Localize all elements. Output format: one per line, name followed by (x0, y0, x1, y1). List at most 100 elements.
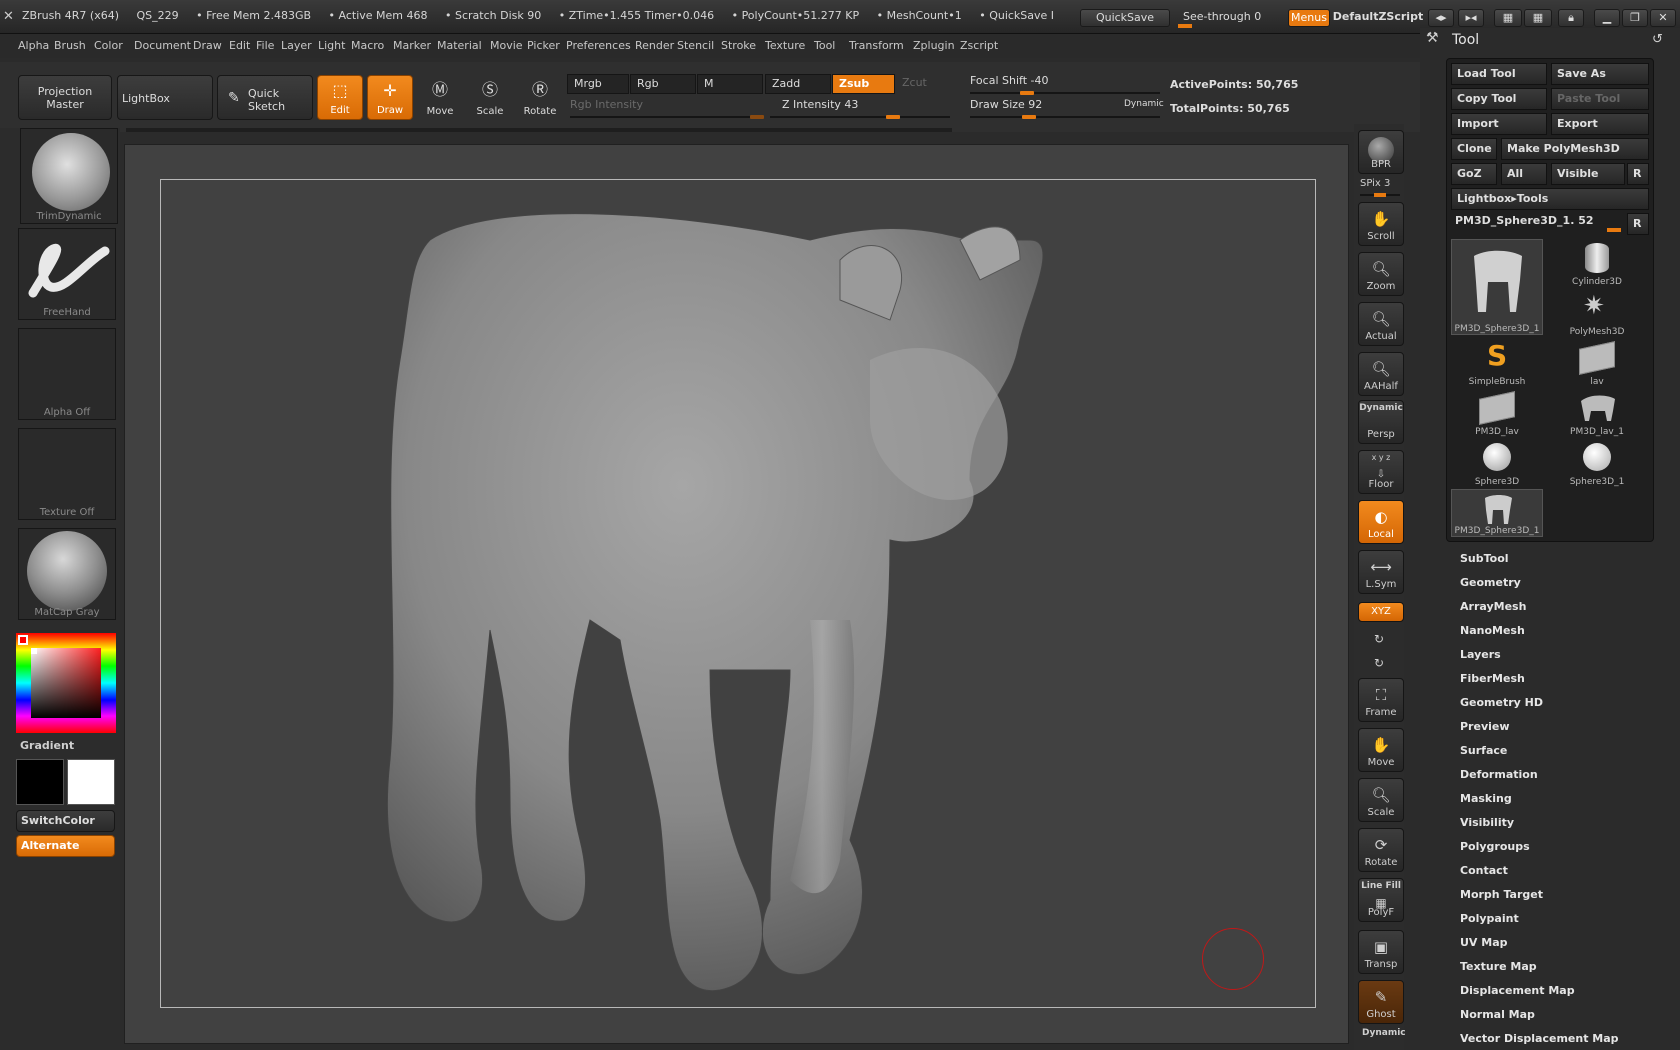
section-layers[interactable]: Layers (1460, 648, 1501, 661)
menu-document[interactable]: Document (134, 39, 191, 52)
scale-view-button[interactable]: 🔍︎ Scale (1358, 778, 1404, 822)
export-button[interactable]: Export (1551, 113, 1649, 135)
reset-palette-icon[interactable]: ↺ (1652, 32, 1663, 47)
tool-pm3d-sphere3d-1[interactable]: PM3D_Sphere3D_1 (1451, 239, 1543, 335)
draw-size-knob[interactable] (1022, 115, 1036, 119)
menu-picker[interactable]: Picker (527, 39, 560, 52)
menu-stencil[interactable]: Stencil (677, 39, 714, 52)
draw-size-slider[interactable] (970, 116, 1160, 118)
rotate-button[interactable]: Ⓡ Rotate (517, 75, 563, 120)
menu-file[interactable]: File (256, 39, 274, 52)
quick-sketch-button[interactable]: ✎ Quick Sketch (217, 75, 313, 120)
local-button[interactable]: ◐ Local (1358, 500, 1404, 544)
brush-thumbnail[interactable]: TrimDynamic (20, 128, 118, 224)
goz-button[interactable]: GoZ (1451, 163, 1497, 185)
menu-zscript[interactable]: Zscript (960, 39, 998, 52)
restore-icon[interactable]: ❐ (1622, 9, 1648, 27)
frame-button[interactable]: ⛶ Frame (1358, 678, 1404, 722)
menu-alpha[interactable]: Alpha (18, 39, 49, 52)
section-preview[interactable]: Preview (1460, 720, 1510, 733)
default-zscript-button[interactable]: DefaultZScript (1332, 9, 1424, 27)
floor-button[interactable]: x y z ⇩ Floor (1358, 450, 1404, 494)
tool-simplebrush[interactable]: S SimpleBrush (1451, 339, 1543, 387)
section-normal-map[interactable]: Normal Map (1460, 1008, 1535, 1021)
move-button[interactable]: Ⓜ Move (417, 75, 463, 120)
lion-3d-model[interactable] (370, 200, 1100, 1000)
material-thumbnail[interactable]: MatCap Gray (18, 528, 116, 620)
menu-stroke[interactable]: Stroke (721, 39, 756, 52)
minimize-icon[interactable]: ▁ (1594, 9, 1620, 27)
lightbox-button[interactable]: LightBox (117, 75, 213, 120)
paste-tool-button[interactable]: Paste Tool (1551, 88, 1649, 110)
m-toggle[interactable]: M (697, 74, 763, 94)
section-morph-target[interactable]: Morph Target (1460, 888, 1543, 901)
ghost-button[interactable]: ✎ Ghost (1358, 980, 1404, 1024)
spix-knob[interactable] (1374, 193, 1386, 197)
current-tool-knob[interactable] (1607, 228, 1621, 232)
tool-sphere3d-1[interactable]: Sphere3D_1 (1551, 439, 1643, 487)
copy-tool-button[interactable]: Copy Tool (1451, 88, 1547, 110)
section-polygroups[interactable]: Polygroups (1460, 840, 1530, 853)
ui-layout-1-icon[interactable]: ▦ (1494, 9, 1522, 27)
hue-marker[interactable] (18, 635, 28, 645)
see-through-knob[interactable] (1178, 24, 1192, 28)
texture-thumbnail[interactable]: Texture Off (18, 428, 116, 520)
ui-layout-2-icon[interactable]: ▦ (1524, 9, 1552, 27)
menu-macro[interactable]: Macro (351, 39, 384, 52)
tool-pm3d-lav[interactable]: PM3D_lav (1451, 389, 1543, 437)
visible-button[interactable]: Visible (1551, 163, 1625, 185)
menus-button[interactable]: Menus (1288, 9, 1330, 27)
stroke-thumbnail[interactable]: FreeHand (18, 228, 116, 320)
section-fibermesh[interactable]: FiberMesh (1460, 672, 1525, 685)
sv-marker[interactable] (31, 648, 37, 654)
alternate-button[interactable]: Alternate (16, 835, 115, 857)
all-button[interactable]: All (1501, 163, 1547, 185)
z-intensity-slider[interactable] (770, 116, 950, 118)
section-nanomesh[interactable]: NanoMesh (1460, 624, 1525, 637)
save-as-button[interactable]: Save As (1551, 63, 1649, 85)
xyz-button[interactable]: XYZ (1358, 602, 1404, 622)
zoom-button[interactable]: 🔍︎ Zoom (1358, 252, 1404, 296)
menu-material[interactable]: Material (437, 39, 482, 52)
section-texture-map[interactable]: Texture Map (1460, 960, 1537, 973)
lsym-button[interactable]: ⟷ L.Sym (1358, 550, 1404, 594)
tool-polymesh3d[interactable]: ✷ PolyMesh3D (1551, 289, 1643, 337)
import-button[interactable]: Import (1451, 113, 1547, 135)
bpr-button[interactable]: BPR (1358, 130, 1404, 174)
tool-title[interactable]: Tool (1452, 32, 1479, 48)
layout-right-icon[interactable]: ▸◂ (1458, 9, 1484, 27)
z-intensity-knob[interactable] (886, 115, 900, 119)
persp-button[interactable]: Dynamic Persp (1358, 400, 1404, 444)
menu-movie[interactable]: Movie (490, 39, 523, 52)
focal-shift-slider[interactable] (970, 92, 1160, 94)
section-displacement-map[interactable]: Displacement Map (1460, 984, 1575, 997)
tool-pm3d-lav-1[interactable]: PM3D_lav_1 (1551, 389, 1643, 437)
section-subtool[interactable]: SubTool (1460, 552, 1509, 565)
zcut-toggle[interactable]: Zcut (896, 74, 952, 94)
section-polypaint[interactable]: Polypaint (1460, 912, 1519, 925)
section-geometry[interactable]: Geometry (1460, 576, 1521, 589)
close-icon[interactable]: ✕ (1650, 9, 1676, 27)
menu-color[interactable]: Color (94, 39, 123, 52)
section-visibility[interactable]: Visibility (1460, 816, 1514, 829)
aahalf-button[interactable]: 🔍︎ AAHalf (1358, 352, 1404, 396)
section-contact[interactable]: Contact (1460, 864, 1508, 877)
menu-marker[interactable]: Marker (393, 39, 431, 52)
rgb-intensity-knob[interactable] (750, 115, 764, 119)
current-tool-r-button[interactable]: R (1627, 213, 1649, 235)
see-through-slider[interactable]: See-through 0 (1174, 9, 1274, 28)
rgb-intensity-slider[interactable] (570, 116, 762, 118)
section-masking[interactable]: Masking (1460, 792, 1512, 805)
rotate-view-button[interactable]: ⟳ Rotate (1358, 828, 1404, 872)
tool-lav[interactable]: lav (1551, 339, 1643, 387)
menu-preferences[interactable]: Preferences (566, 39, 631, 52)
layout-left-icon[interactable]: ◂▸ (1428, 9, 1454, 27)
clone-button[interactable]: Clone (1451, 138, 1497, 160)
section-deformation[interactable]: Deformation (1460, 768, 1538, 781)
menu-transform[interactable]: Transform (849, 39, 904, 52)
tool-pm3d-sphere3d-1-b[interactable]: PM3D_Sphere3D_1 (1451, 489, 1543, 537)
color-sv-square[interactable] (31, 648, 101, 718)
menu-edit[interactable]: Edit (229, 39, 250, 52)
current-tool-slider[interactable]: PM3D_Sphere3D_1. 52 (1451, 211, 1625, 233)
menu-draw[interactable]: Draw (193, 39, 222, 52)
